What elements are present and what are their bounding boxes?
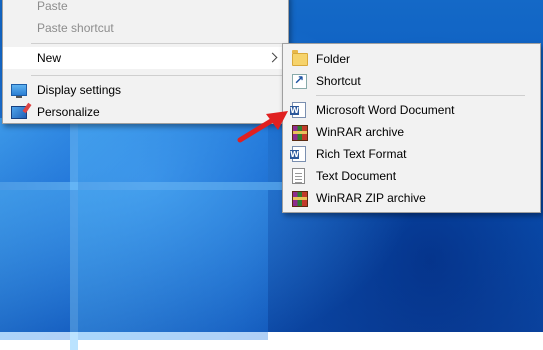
new-submenu: Folder Shortcut Microsoft Word Document … <box>282 43 541 213</box>
submenu-item-shortcut[interactable]: Shortcut <box>283 70 540 92</box>
submenu-item-text-document[interactable]: Text Document <box>283 165 540 187</box>
menu-item-label: Paste <box>37 0 68 13</box>
menu-item-paste-shortcut[interactable]: Paste shortcut <box>3 17 288 39</box>
submenu-item-winrar-archive[interactable]: WinRAR archive <box>283 121 540 143</box>
windows-logo-pane <box>0 190 70 340</box>
submenu-item-label: WinRAR archive <box>316 125 405 139</box>
chevron-right-icon <box>267 52 278 63</box>
windows-logo-pane <box>78 190 268 340</box>
submenu-item-label: Shortcut <box>316 74 361 88</box>
menu-item-label: Personalize <box>37 105 100 119</box>
personalize-icon <box>11 106 27 119</box>
menu-item-new[interactable]: New <box>3 47 288 69</box>
word-document-icon <box>290 146 306 162</box>
submenu-item-label: Microsoft Word Document <box>316 103 455 117</box>
display-icon <box>11 84 27 98</box>
text-document-icon <box>292 168 305 184</box>
submenu-item-label: Folder <box>316 52 351 66</box>
winrar-icon <box>292 125 308 141</box>
winrar-icon <box>292 191 308 207</box>
menu-item-label: Display settings <box>37 83 122 97</box>
submenu-item-label: WinRAR ZIP archive <box>316 191 426 205</box>
menu-separator <box>316 95 525 96</box>
menu-separator <box>31 75 282 76</box>
menu-item-paste[interactable]: Paste <box>3 0 288 17</box>
menu-item-display-settings[interactable]: Display settings <box>3 79 288 101</box>
red-arrow-icon <box>237 111 288 143</box>
submenu-item-rich-text-format[interactable]: Rich Text Format <box>283 143 540 165</box>
submenu-item-label: Rich Text Format <box>316 147 407 161</box>
menu-item-label: New <box>37 51 62 65</box>
menu-separator <box>31 43 282 44</box>
windows-logo-divider <box>70 110 78 350</box>
submenu-item-winrar-zip-archive[interactable]: WinRAR ZIP archive <box>283 187 540 209</box>
desktop-context-menu: Paste Paste shortcut New Display setting… <box>2 0 289 124</box>
folder-icon <box>292 50 308 66</box>
shortcut-icon <box>292 73 307 89</box>
windows-logo-pane <box>0 118 70 182</box>
submenu-item-word-document[interactable]: Microsoft Word Document <box>283 99 540 121</box>
word-document-icon <box>290 102 306 118</box>
submenu-item-label: Text Document <box>316 169 397 183</box>
menu-item-label: Paste shortcut <box>37 21 114 35</box>
submenu-item-folder[interactable]: Folder <box>283 48 540 70</box>
windows-logo-divider <box>0 182 290 190</box>
